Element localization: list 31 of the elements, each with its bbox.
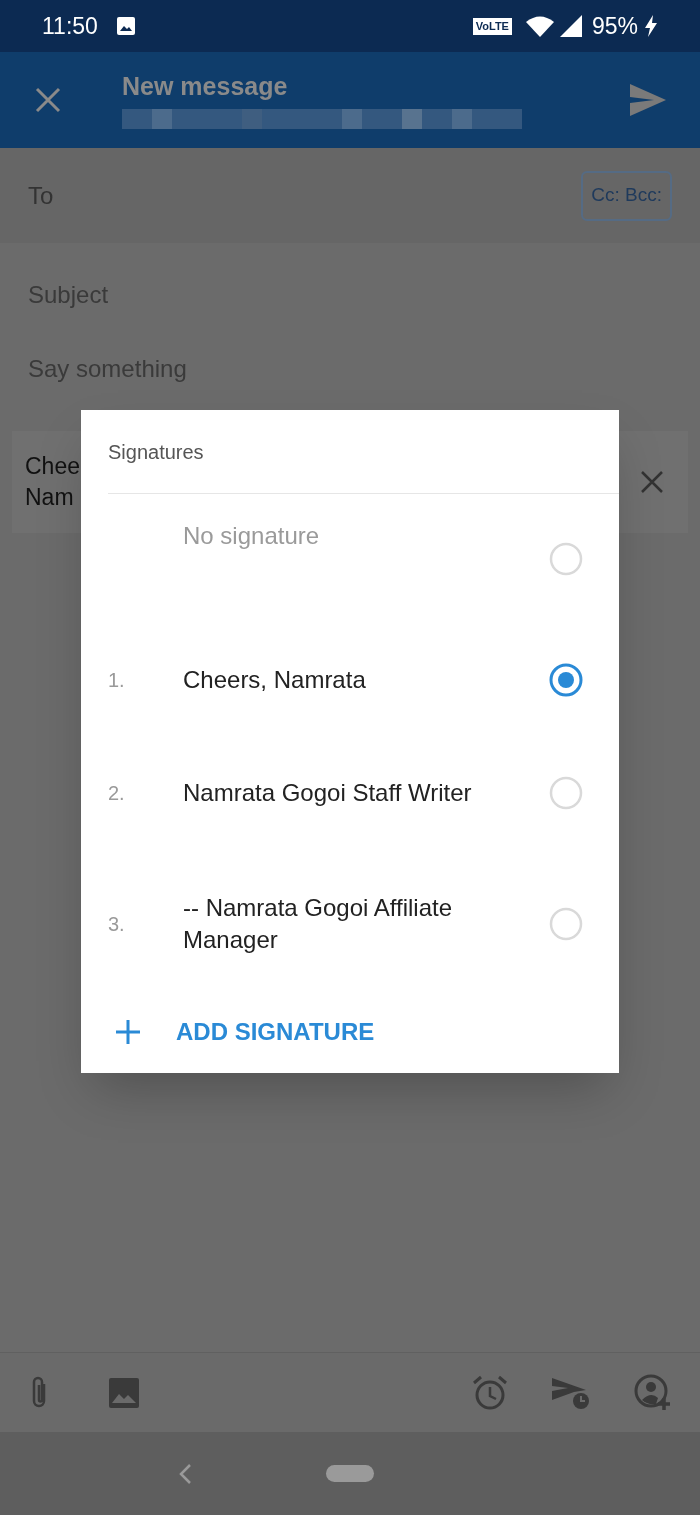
back-icon[interactable]: [178, 1462, 192, 1485]
signature-preview-line: Nam: [25, 483, 75, 512]
dialog-title: Signatures: [108, 439, 204, 465]
scheduled-send-icon[interactable]: [552, 1375, 590, 1410]
signal-icon: [559, 15, 582, 37]
signature-option-label[interactable]: Cheers, Namrata: [183, 663, 549, 696]
header-title: New message: [122, 71, 289, 101]
signature-option-label[interactable]: No signature: [183, 494, 549, 552]
close-icon[interactable]: [34, 86, 62, 114]
list-number: 3.: [108, 912, 126, 937]
add-person-icon[interactable]: [634, 1373, 672, 1412]
image-icon[interactable]: [108, 1376, 140, 1409]
signature-preview-line: Chee: [25, 452, 80, 481]
clock-time: 11:50: [42, 11, 98, 41]
list-number: 1.: [108, 667, 126, 693]
alarm-clock-icon[interactable]: [472, 1374, 508, 1411]
signature-option-label[interactable]: -- Namrata Gogoi Affiliate Manager: [183, 892, 549, 956]
plus-icon: [115, 1019, 141, 1045]
image-notification-icon: [115, 16, 136, 36]
add-signature-button[interactable]: ADD SIGNATURE: [81, 999, 619, 1065]
charging-icon: [644, 15, 658, 37]
home-pill[interactable]: [326, 1465, 374, 1482]
send-icon[interactable]: [630, 84, 666, 116]
battery-percent: 95%: [591, 11, 638, 41]
wifi-icon: [525, 15, 554, 37]
cc-bcc-button[interactable]: Cc: Bcc:: [581, 170, 672, 221]
network-badge: VoLTE: [472, 17, 512, 35]
radio-button[interactable]: [549, 662, 583, 697]
remove-signature-icon[interactable]: [640, 470, 664, 494]
list-number: 2.: [108, 780, 126, 806]
signature-option-label[interactable]: Namrata Gogoi Staff Writer: [183, 776, 549, 809]
